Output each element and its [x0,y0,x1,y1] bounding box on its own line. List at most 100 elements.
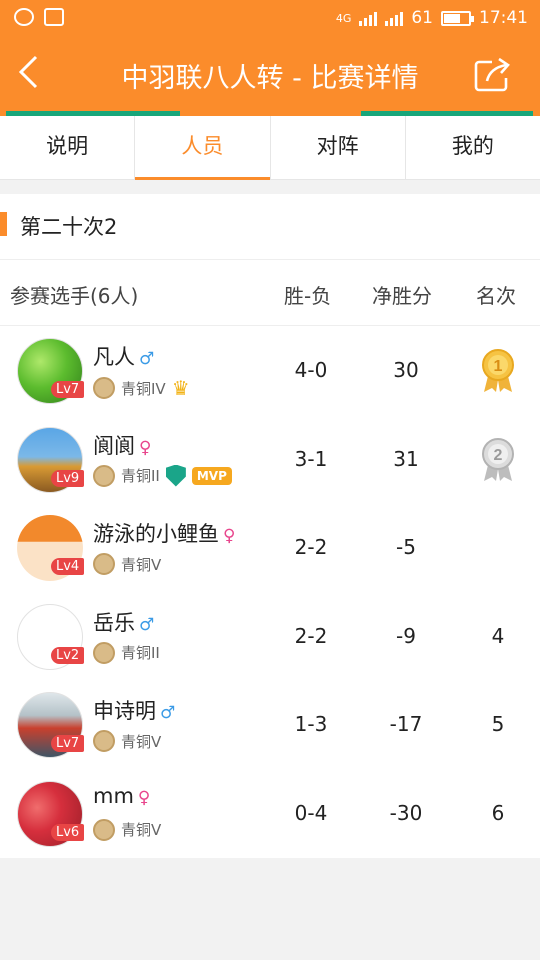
net-points: -5 [396,535,416,559]
player-name: 凡人 ♂ [93,341,154,371]
rank-title: 青铜V [121,732,162,751]
medal-number: 1 [494,358,503,375]
rank-title: 青铜IV [121,379,166,398]
notification-icons [14,8,64,26]
table-header: 参赛选手(6人) 胜-负 净胜分 名次 [0,260,540,326]
header-rank: 名次 [476,284,516,308]
rank-line: 青铜II MVP [93,464,232,487]
bronze-rank-icon [93,464,115,487]
tab-bar: 说明 人员 对阵 我的 [0,116,540,180]
player-name: mm ♀ [93,784,150,808]
player-name-text: 岳乐 [93,610,135,635]
net-points: -9 [396,623,416,648]
rank-line: 青铜V [93,553,161,575]
header-record: 胜-负 [284,284,332,308]
female-icon: ♀ [137,787,151,808]
bronze-rank-icon [93,377,115,399]
player-row[interactable]: Lv2 岳乐 ♂ 青铜II 2-2 -9 4 [0,592,540,681]
player-name-text: mm [93,783,134,808]
player-name: 岳乐 ♂ [93,607,154,637]
level-badge: Lv2 [51,646,85,664]
bronze-rank-icon [93,818,115,841]
player-name-text: 申诗明 [93,699,156,723]
share-button[interactable] [474,56,512,92]
win-loss: 2-2 [294,535,328,559]
silver-medal-icon: 2 [482,437,514,481]
player-row[interactable]: Lv6 mm ♀ 青铜V 0-4 -30 6 [0,769,540,858]
net-points: 30 [393,358,419,382]
player-row[interactable]: Lv7 凡人 ♂ 青铜IV ♛ 4-0 30 1 [0,326,540,415]
level-badge: Lv7 [51,735,85,752]
network-type: 4G [335,11,352,25]
app-header: 4G 61 17:41 中羽联八人转 - 比赛详情 [0,0,540,116]
player-row[interactable]: Lv4 游泳的小鲤鱼 ♀ 青铜V 2-2 -5 [0,503,540,592]
player-row[interactable]: Lv9 阆阆 ♀ 青铜II MVP 3-1 31 2 [0,415,540,504]
header-net: 净胜分 [372,284,432,308]
status-right: 4G 61 17:41 [336,8,528,28]
bronze-rank-icon [93,730,115,752]
header-player: 参赛选手(6人) [10,284,139,308]
rank-line: 青铜IV ♛ [93,376,190,400]
level-badge: Lv6 [51,823,85,841]
female-icon: ♀ [223,526,236,546]
tab-description[interactable]: 说明 [0,116,136,179]
chat-icon [14,8,34,26]
section-marker [0,212,7,236]
crown-icon: ♛ [171,376,190,400]
medal-number: 2 [494,447,503,464]
win-loss: 2-2 [294,623,328,648]
signal-icon-2 [385,10,404,26]
player-name: 游泳的小鲤鱼 ♀ [93,518,235,548]
player-name: 申诗明 ♂ [93,695,175,725]
tab-members[interactable]: 人员 [135,116,271,180]
male-icon: ♂ [139,614,155,635]
level-badge: Lv7 [51,381,85,398]
net-points: -30 [389,800,423,825]
signal-icon [359,10,378,26]
level-badge: Lv4 [51,558,85,575]
section-header: 第二十次2 [0,194,540,260]
tab-matches[interactable]: 对阵 [271,116,406,179]
player-name: 阆阆 ♀ [93,430,151,460]
win-loss: 1-3 [294,712,328,736]
player-row[interactable]: Lv7 申诗明 ♂ 青铜V 1-3 -17 5 [0,680,540,769]
chevron-left-icon [18,55,38,89]
clock: 17:41 [479,8,528,28]
bronze-rank-icon [93,641,115,664]
results-card: 第二十次2 参赛选手(6人) 胜-负 净胜分 名次 Lv7 凡人 ♂ 青铜IV ♛… [0,194,540,858]
rank-line: 青铜V [93,730,161,752]
player-name-text: 凡人 [93,345,135,369]
mvp-badge: MVP [191,466,232,485]
bronze-rank-icon [93,553,115,575]
battery-level: 61 [411,8,433,28]
win-loss: 4-0 [294,358,328,382]
back-button[interactable] [16,54,46,94]
net-points: -17 [389,712,423,736]
male-icon: ♂ [160,703,176,723]
tab-mine[interactable]: 我的 [406,116,540,179]
win-loss: 0-4 [294,800,328,825]
image-icon [44,8,64,26]
rank-title: 青铜II [121,467,160,485]
female-icon: ♀ [139,437,152,458]
battery-icon [441,10,474,26]
gold-medal-icon: 1 [482,349,514,392]
placing: 5 [491,712,505,736]
net-points: 31 [393,446,419,471]
male-icon: ♂ [139,349,155,369]
rank-title: 青铜II [121,644,160,662]
player-name-text: 阆阆 [93,433,135,458]
status-bar: 4G 61 17:41 [0,0,540,36]
player-name-text: 游泳的小鲤鱼 [93,522,219,546]
rank-title: 青铜V [121,555,162,574]
page-title: 中羽联八人转 - 比赛详情 [121,63,419,94]
placing: 6 [491,800,505,825]
placing: 4 [491,623,505,648]
rank-line: 青铜II [93,641,160,664]
section-title: 第二十次2 [20,215,118,239]
shield-badge-icon [165,464,186,487]
rank-title: 青铜V [121,821,162,839]
share-icon [474,57,510,92]
rank-line: 青铜V [93,818,162,841]
win-loss: 3-1 [294,446,328,471]
